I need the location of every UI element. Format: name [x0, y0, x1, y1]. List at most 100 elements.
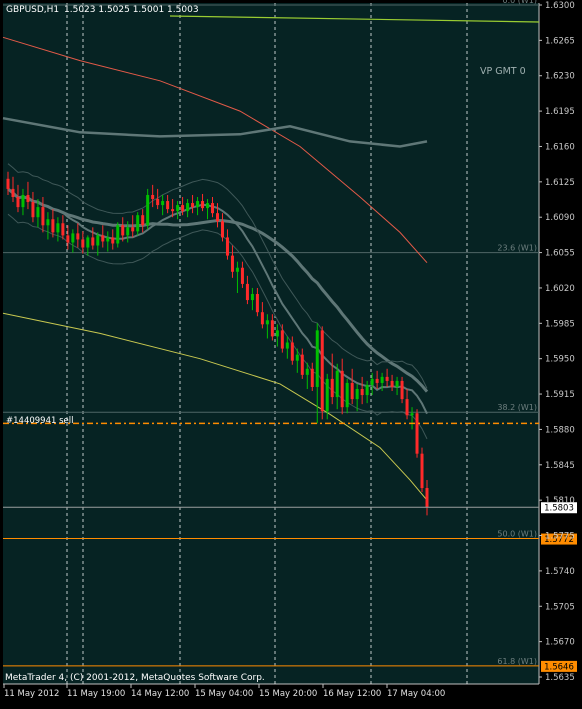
candle-body-18 [96, 235, 100, 246]
candle-body-50 [255, 294, 259, 313]
price-tick-label-4: 1.6160 [545, 142, 575, 152]
candle-body-23 [121, 225, 125, 236]
price-tick-label-8: 1.6020 [545, 284, 575, 294]
candle-body-44 [225, 237, 229, 256]
candle-body-73 [370, 378, 374, 385]
time-tick-label-6: 17 May 04:00 [387, 689, 445, 699]
candle-body-7 [41, 207, 45, 226]
candle-body-24 [126, 227, 130, 236]
price-tick-label-12: 1.5880 [545, 425, 575, 435]
candle-body-83 [420, 453, 424, 489]
price-tick-label-19: 1.5635 [545, 673, 575, 683]
candle-body-29 [151, 194, 155, 200]
chart-window: 0.0 (W1) 23.6 (W1) 38.2 (W1) 50.0 (W1) 1.577… [0, 0, 582, 704]
candle-body-51 [260, 312, 264, 325]
fib-label-3: 50.0 (W1) [497, 530, 537, 539]
candle-body-34 [176, 205, 180, 212]
candle-body-11 [61, 223, 65, 236]
candle-body-26 [136, 215, 140, 232]
candle-body-56 [285, 342, 289, 349]
candle-body-74 [375, 378, 379, 383]
price-tick-label-9: 1.5985 [545, 319, 575, 329]
candle-body-12 [66, 235, 70, 243]
candle-body-19 [101, 235, 105, 242]
fib-label-4: 61.8 (W1) [497, 657, 537, 666]
price-tick-label-13: 1.5845 [545, 461, 575, 471]
candle-body-42 [216, 213, 219, 222]
candle-body-68 [345, 382, 349, 408]
candle-body-72 [365, 384, 369, 396]
candle-body-55 [280, 330, 284, 349]
price-tick-label-11: 1.5915 [545, 390, 575, 400]
candle-body-8 [46, 219, 50, 226]
time-tick-label-3: 15 May 04:00 [195, 689, 253, 699]
candle-body-38 [196, 201, 200, 208]
price-chart[interactable]: 0.0 (W1) 23.6 (W1) 38.2 (W1) 50.0 (W1) 1.577… [0, 0, 582, 704]
chart-header-ohlc: 1.5023 1.5025 1.5001 1.5003 [64, 5, 199, 15]
candle-body-53 [270, 320, 274, 337]
price-tick-label-14: 1.5810 [545, 496, 575, 506]
candle-body-46 [235, 267, 239, 272]
price-tick-label-2: 1.6230 [545, 72, 575, 82]
candle-body-60 [305, 368, 309, 375]
candle-body-76 [385, 376, 389, 381]
candle-body-48 [245, 283, 249, 301]
candle-body-52 [265, 320, 269, 325]
candle-body-66 [335, 370, 339, 398]
candle-body-54 [275, 330, 279, 337]
candle-body-84 [425, 488, 429, 508]
price-tick-label-3: 1.6195 [545, 107, 575, 117]
candle-body-64 [325, 378, 329, 412]
candle-body-69 [350, 382, 354, 400]
candle-body-10 [56, 223, 60, 233]
candle-body-82 [415, 413, 419, 454]
candle-body-81 [410, 413, 414, 416]
fib-label-1: 23.6 (W1) [497, 244, 537, 253]
candle-body-67 [340, 370, 344, 408]
candle-body-21 [111, 237, 115, 244]
candle-body-28 [146, 194, 150, 226]
candle-body-49 [250, 294, 254, 301]
time-tick-label-1: 11 May 19:00 [67, 689, 125, 699]
candle-body-77 [390, 380, 394, 387]
candle-body-2 [16, 197, 20, 208]
order-label[interactable]: #14409941 sell [6, 416, 73, 426]
candle-body-45 [230, 255, 234, 272]
candle-body-33 [171, 209, 175, 212]
candle-body-79 [400, 380, 404, 400]
fib-price-badge-text-4: 1.5646 [544, 662, 574, 672]
price-tick-label-17: 1.5705 [545, 602, 575, 612]
candle-body-32 [166, 201, 170, 210]
candle-body-20 [106, 237, 110, 242]
candle-body-30 [156, 199, 160, 206]
candle-body-17 [91, 237, 95, 246]
price-tick-label-0: 1.6300 [545, 1, 575, 11]
candle-body-71 [360, 389, 364, 396]
chart-header-symbol: GBPUSD,H1 [6, 5, 59, 15]
candle-body-15 [81, 239, 85, 248]
candle-body-31 [161, 201, 165, 206]
time-tick-label-4: 15 May 20:00 [259, 689, 317, 699]
candle-body-70 [355, 389, 359, 400]
candle-body-57 [290, 342, 294, 361]
time-tick-label-2: 14 May 12:00 [131, 689, 189, 699]
candle-body-0 [6, 178, 10, 189]
candle-body-80 [405, 399, 409, 416]
price-tick-label-5: 1.6125 [545, 178, 575, 188]
candle-body-35 [181, 205, 185, 212]
vp-indicator-label: VP GMT 0 [480, 66, 526, 77]
candle-body-36 [186, 203, 190, 212]
candle-body-63 [320, 330, 324, 412]
fib-label-2: 38.2 (W1) [497, 403, 537, 412]
time-tick-label-0: 11 May 2012 [4, 689, 59, 699]
candle-body-41 [211, 203, 215, 214]
candle-body-40 [206, 203, 210, 209]
candle-body-78 [395, 380, 399, 387]
candle-body-5 [31, 202, 35, 218]
candle-body-37 [191, 203, 195, 208]
price-tick-label-15: 1.5775 [545, 532, 575, 542]
price-tick-label-18: 1.5670 [545, 638, 575, 648]
candle-body-4 [26, 194, 30, 203]
price-tick-label-1: 1.6265 [545, 36, 575, 46]
time-tick-label-5: 16 May 12:00 [323, 689, 381, 699]
